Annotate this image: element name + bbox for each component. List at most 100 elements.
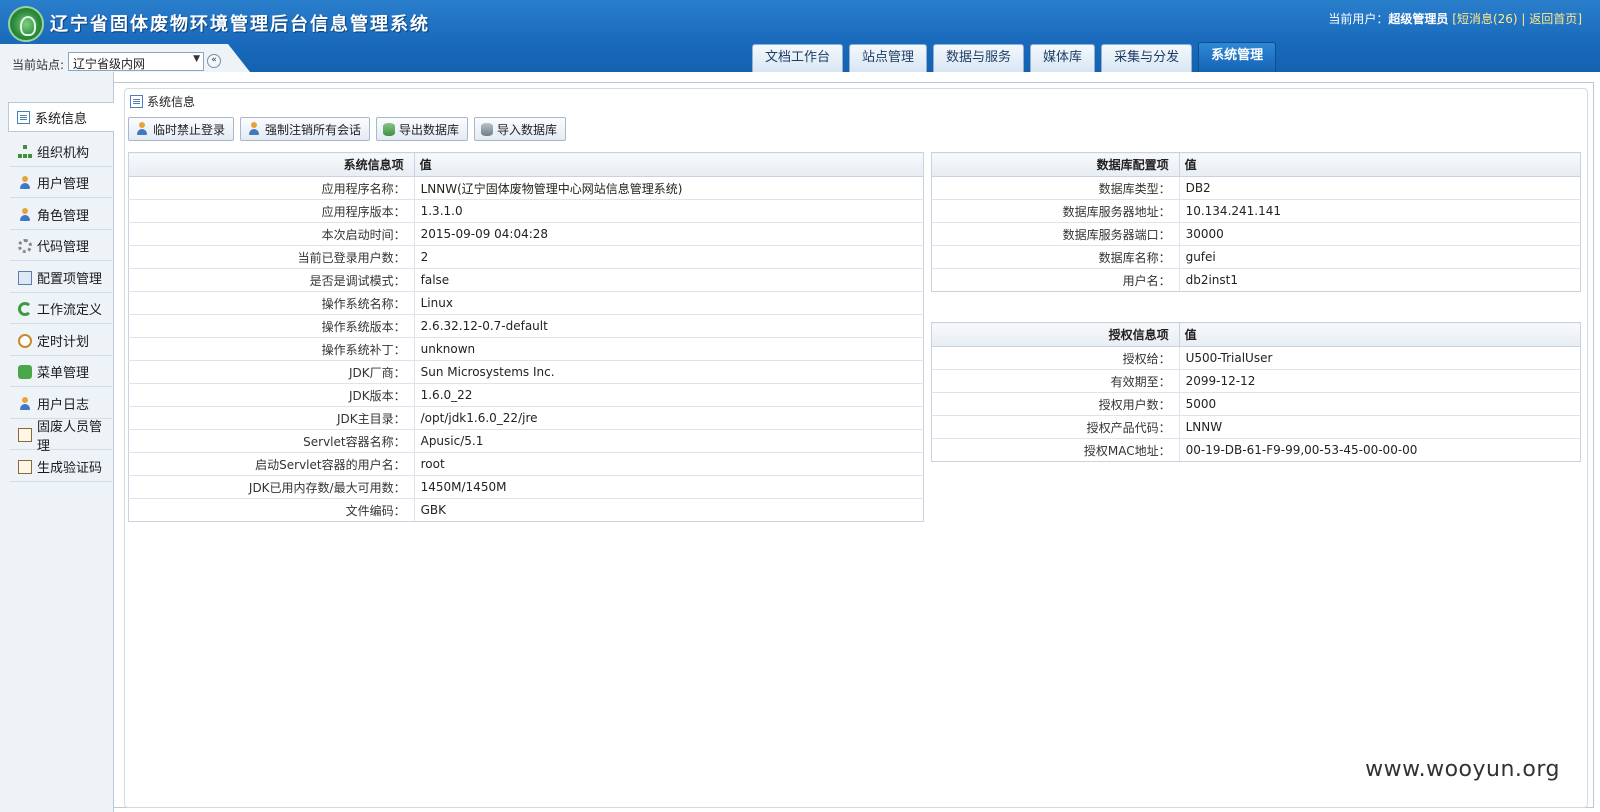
row-value: 2 <box>414 245 925 269</box>
row-key: 授权用户数： <box>931 392 1180 416</box>
row-value: 2015-09-09 04:04:28 <box>414 222 925 246</box>
sidebar-item-workflow[interactable]: 工作流定义 <box>10 294 114 324</box>
table-row: 操作系统版本： 2.6.32.12-0.7-default <box>128 314 925 338</box>
row-key: 授权给： <box>931 346 1180 370</box>
sidebar-item-label: 定时计划 <box>37 335 90 350</box>
row-value: gufei <box>1179 245 1582 269</box>
row-key: 授权产品代码： <box>931 415 1180 439</box>
table-row: 应用程序版本： 1.3.1.0 <box>128 199 925 223</box>
tab-data-services[interactable]: 数据与服务 <box>933 44 1025 72</box>
table-row: 授权MAC地址： 00-19-DB-61-F9-99,00-53-45-00-00… <box>931 438 1582 462</box>
sidebar-item-label: 角色管理 <box>37 209 90 224</box>
sidebar-item-schedule[interactable]: 定时计划 <box>10 326 114 356</box>
home-link[interactable]: 返回首页 <box>1529 12 1577 26</box>
export-db-button[interactable]: 导出数据库 <box>376 117 469 141</box>
row-key: JDK厂商： <box>128 360 415 384</box>
row-key: 应用程序版本： <box>128 199 415 223</box>
row-value: 2.6.32.12-0.7-default <box>414 314 925 338</box>
table-row: 是否是调试模式： false <box>128 268 925 292</box>
row-key: 应用程序名称： <box>128 176 415 200</box>
sidebar-item-label: 菜单管理 <box>37 366 90 381</box>
staff-icon <box>18 427 32 442</box>
sidebar-item-label: 用户日志 <box>37 398 90 413</box>
import-db-button[interactable]: 导入数据库 <box>474 117 567 141</box>
row-key: 当前已登录用户数： <box>128 245 415 269</box>
main-tabs: 文档工作台 站点管理 数据与服务 媒体库 采集与分发 系统管理 <box>752 42 1277 72</box>
row-value: DB2 <box>1179 176 1582 200</box>
row-key: 启动Servlet容器的用户名： <box>128 452 415 476</box>
row-value: 5000 <box>1179 392 1582 416</box>
row-key: Servlet容器名称： <box>128 429 415 453</box>
row-key: 操作系统版本： <box>128 314 415 338</box>
table-row: 本次启动时间： 2015-09-09 04:04:28 <box>128 222 925 246</box>
table-row: JDK版本： 1.6.0_22 <box>128 383 925 407</box>
license-table: 授权信息项 值 授权给： U500-TrialUser 有效期至： 2099-12-1… <box>931 322 1582 462</box>
sidebar-item-label: 生成验证码 <box>37 461 103 476</box>
current-user-name: 超级管理员 <box>1388 12 1449 26</box>
table-row: 数据库服务器地址： 10.134.241.141 <box>931 199 1582 223</box>
tab-system-management[interactable]: 系统管理 <box>1198 42 1277 72</box>
row-key: JDK已用内存数/最大可用数： <box>128 475 415 499</box>
sidebar-item-system-info[interactable]: 系统信息 <box>8 102 115 132</box>
site-select[interactable]: 辽宁省级内网 ▼ <box>68 52 204 71</box>
disable-login-button[interactable]: 临时禁止登录 <box>128 117 235 141</box>
doc-icon <box>130 95 143 108</box>
gear-icon <box>18 238 32 253</box>
db-import-icon <box>481 122 494 136</box>
sidebar-item-codes[interactable]: 代码管理 <box>10 231 114 261</box>
column-header-key: 数据库配置项 <box>931 152 1180 177</box>
sidebar-item-staff[interactable]: 固废人员管理 <box>10 420 114 454</box>
row-value: GBK <box>414 498 925 522</box>
row-value: 1450M/1450M <box>414 475 925 499</box>
column-header-value: 值 <box>1178 152 1582 177</box>
table-row: 数据库服务器端口： 30000 <box>931 222 1582 246</box>
row-value: Apusic/5.1 <box>414 429 925 453</box>
row-key: 用户名： <box>931 268 1180 292</box>
column-header-value: 值 <box>413 152 925 177</box>
row-key: 有效期至： <box>931 369 1180 393</box>
log-icon <box>18 396 32 411</box>
column-header-key: 系统信息项 <box>128 152 415 177</box>
table-row: 授权给： U500-TrialUser <box>931 346 1582 370</box>
sidebar-item-menus[interactable]: 菜单管理 <box>10 357 114 387</box>
user-icon <box>18 175 32 190</box>
sidebar-item-user-log[interactable]: 用户日志 <box>10 389 114 419</box>
panel-title: 系统信息 <box>130 93 195 110</box>
user-bar: 当前用户：超级管理员 [短消息(26) | 返回首页] <box>1328 10 1582 27</box>
table-row: JDK厂商： Sun Microsystems Inc. <box>128 360 925 384</box>
row-value: unknown <box>414 337 925 361</box>
user-lock-icon <box>135 122 149 136</box>
tab-media-library[interactable]: 媒体库 <box>1030 44 1096 72</box>
tab-doc-workbench[interactable]: 文档工作台 <box>752 44 844 72</box>
sidebar-item-roles[interactable]: 角色管理 <box>10 200 114 230</box>
sidebar-item-label: 工作流定义 <box>37 303 103 318</box>
collapse-icon[interactable]: « <box>207 54 221 68</box>
sidebar-item-captcha[interactable]: 生成验证码 <box>10 452 114 482</box>
table-row: 有效期至： 2099-12-12 <box>931 369 1582 393</box>
tab-collect-distribute[interactable]: 采集与分发 <box>1101 44 1193 72</box>
row-value: 30000 <box>1179 222 1582 246</box>
sidebar-item-organization[interactable]: 组织机构 <box>10 137 114 167</box>
user-logout-icon <box>247 122 261 136</box>
row-value: U500-TrialUser <box>1179 346 1582 370</box>
row-value: LNNW(辽宁固体废物管理中心网站信息管理系统) <box>414 176 925 200</box>
db-export-icon <box>383 122 396 136</box>
system-info-table: 系统信息项 值 应用程序名称： LNNW(辽宁固体废物管理中心网站信息管理系统) 应… <box>128 152 925 522</box>
table-row: 当前已登录用户数： 2 <box>128 245 925 269</box>
table-row: 操作系统名称： Linux <box>128 291 925 315</box>
sidebar-item-users[interactable]: 用户管理 <box>10 168 114 198</box>
bracket-close: ] <box>1577 12 1582 26</box>
tab-site-management[interactable]: 站点管理 <box>849 44 928 72</box>
table-header-row: 数据库配置项 值 <box>931 152 1582 177</box>
table-row: 授权产品代码： LNNW <box>931 415 1582 439</box>
row-key: 授权MAC地址： <box>931 438 1180 462</box>
messages-link[interactable]: 短消息(26) <box>1457 12 1518 26</box>
sidebar-item-config[interactable]: 配置项管理 <box>10 263 114 293</box>
current-user-label: 当前用户： <box>1328 12 1389 26</box>
table-row: 应用程序名称： LNNW(辽宁固体废物管理中心网站信息管理系统) <box>128 176 925 200</box>
column-header-value: 值 <box>1178 322 1582 347</box>
row-value: 2099-12-12 <box>1179 369 1582 393</box>
sidebar-item-label: 配置项管理 <box>37 272 103 287</box>
sidebar-item-label: 系统信息 <box>35 111 88 127</box>
force-logout-button[interactable]: 强制注销所有会话 <box>240 117 371 141</box>
